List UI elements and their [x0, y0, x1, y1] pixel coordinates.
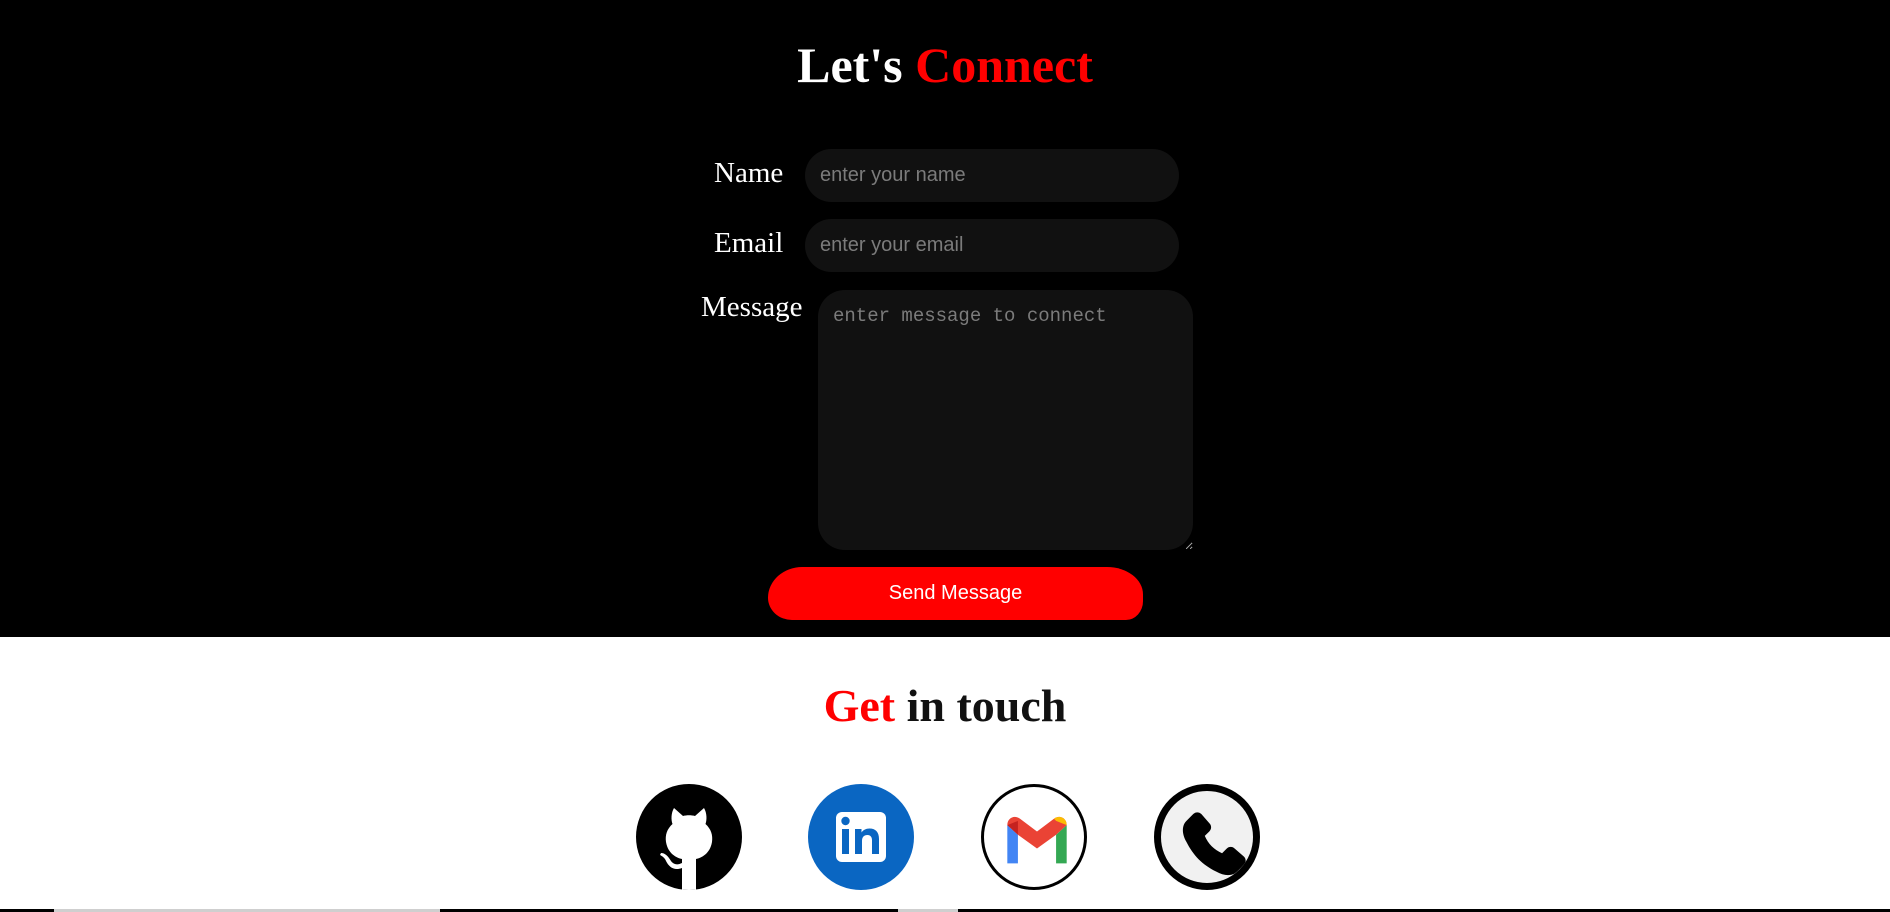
- phone-icon: [1182, 812, 1246, 876]
- github-icon: [660, 808, 713, 890]
- email-label: Email: [714, 227, 784, 259]
- touch-title-rest: in touch: [906, 680, 1067, 731]
- linkedin-icon: [836, 812, 886, 862]
- get-in-touch-title: Get in touch: [0, 678, 1890, 734]
- touch-title-accent: Get: [823, 680, 896, 731]
- email-input[interactable]: [805, 219, 1179, 272]
- send-message-button[interactable]: Send Message: [768, 567, 1143, 620]
- phone-link[interactable]: [1154, 784, 1260, 890]
- github-link[interactable]: [636, 784, 742, 890]
- gmail-icon: [1007, 816, 1067, 864]
- linkedin-link[interactable]: [808, 784, 914, 890]
- gmail-link[interactable]: [981, 784, 1087, 890]
- message-textarea[interactable]: [818, 290, 1193, 550]
- message-label: Message: [701, 291, 803, 323]
- connect-title: Let's Connect: [0, 34, 1890, 96]
- name-label: Name: [714, 157, 784, 189]
- connect-title-lets: Let's: [797, 37, 903, 93]
- name-input[interactable]: [805, 149, 1179, 202]
- connect-title-accent: Connect: [915, 37, 1093, 93]
- connect-section: Let's Connect Name Email Message Send Me…: [0, 0, 1890, 637]
